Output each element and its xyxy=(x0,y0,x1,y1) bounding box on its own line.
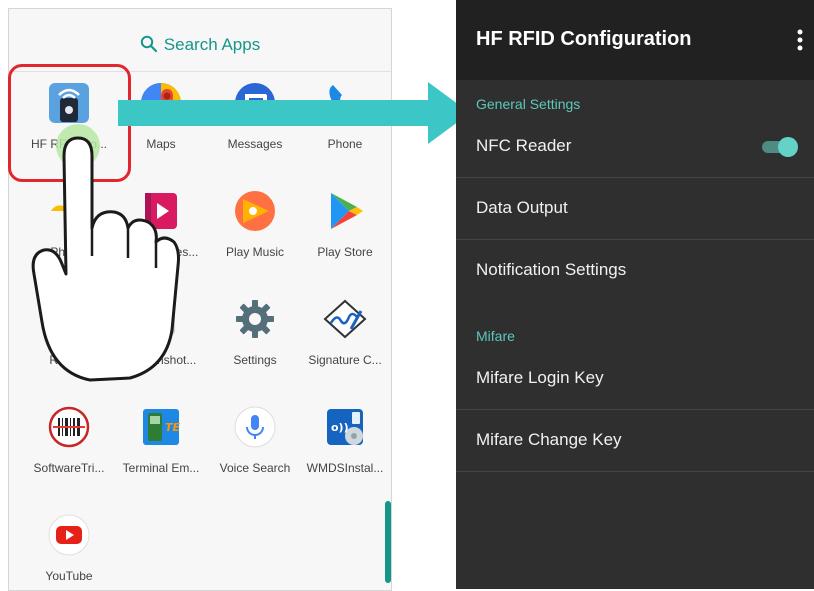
row-divider xyxy=(456,471,814,472)
setting-label: Mifare Login Key xyxy=(476,368,604,387)
setting-notification-settings[interactable]: Notification Settings xyxy=(456,240,814,302)
app-wmds-install[interactable]: o)) WMDSInstal... xyxy=(299,399,391,504)
search-apps-bar[interactable]: Search Apps xyxy=(9,35,391,55)
play-music-icon xyxy=(235,191,275,231)
setting-data-output[interactable]: Data Output xyxy=(456,178,814,240)
app-label: Terminal Em... xyxy=(122,461,200,475)
microphone-icon xyxy=(234,406,276,448)
setting-nfc-reader[interactable]: NFC Reader xyxy=(456,116,814,178)
nfc-reader-toggle[interactable] xyxy=(758,137,800,157)
svg-text:TE: TE xyxy=(165,421,181,434)
app-label: Play Music xyxy=(225,245,284,259)
youtube-icon xyxy=(48,514,90,556)
setting-label: Notification Settings xyxy=(476,260,627,279)
hf-rfid-settings-screen: HF RFID Configuration General Settings N… xyxy=(456,0,814,589)
search-apps-label: Search Apps xyxy=(163,35,261,54)
section-header-mifare: Mifare xyxy=(476,328,515,344)
app-signature[interactable]: Signature C... xyxy=(299,291,391,396)
section-header-general: General Settings xyxy=(476,96,581,112)
app-toolbar: HF RFID Configuration xyxy=(456,0,814,80)
svg-text:o)): o)) xyxy=(331,421,349,434)
setting-label: Data Output xyxy=(476,198,568,217)
app-play-music[interactable]: Play Music xyxy=(209,183,301,288)
signature-icon xyxy=(323,299,367,339)
app-terminal-emulator[interactable]: TE Terminal Em... xyxy=(115,399,207,504)
app-label: SoftwareTri... xyxy=(33,461,105,475)
app-label: Signature C... xyxy=(308,353,382,367)
page-title: HF RFID Configuration xyxy=(476,28,692,50)
settings-icon xyxy=(236,300,274,338)
app-voice-search[interactable]: Voice Search xyxy=(209,399,301,504)
app-label: Voice Search xyxy=(219,461,291,475)
app-softwaretrigger[interactable]: SoftwareTri... xyxy=(23,399,115,504)
setting-label: NFC Reader xyxy=(476,136,572,155)
terminal-emulator-icon: TE xyxy=(143,409,181,445)
setting-label: Mifare Change Key xyxy=(476,430,622,449)
play-store-icon xyxy=(331,193,363,229)
app-label: Settings xyxy=(233,353,277,367)
app-label: Play Store xyxy=(317,245,373,259)
app-label: WMDSInstal... xyxy=(306,461,384,475)
app-label: YouTube xyxy=(45,569,93,583)
barcode-icon xyxy=(48,406,90,448)
app-play-store[interactable]: Play Store xyxy=(299,183,391,288)
pointing-hand-icon xyxy=(31,124,180,382)
wmds-install-icon: o)) xyxy=(327,409,363,445)
search-icon xyxy=(140,35,157,53)
app-settings[interactable]: Settings xyxy=(209,291,301,396)
toggle-knob xyxy=(778,137,798,157)
setting-mifare-change-key[interactable]: Mifare Change Key xyxy=(456,410,814,472)
scrollbar[interactable] xyxy=(385,501,391,583)
setting-mifare-login-key[interactable]: Mifare Login Key xyxy=(456,348,814,410)
app-youtube[interactable]: YouTube xyxy=(23,507,115,590)
more-options-icon[interactable] xyxy=(796,28,804,52)
